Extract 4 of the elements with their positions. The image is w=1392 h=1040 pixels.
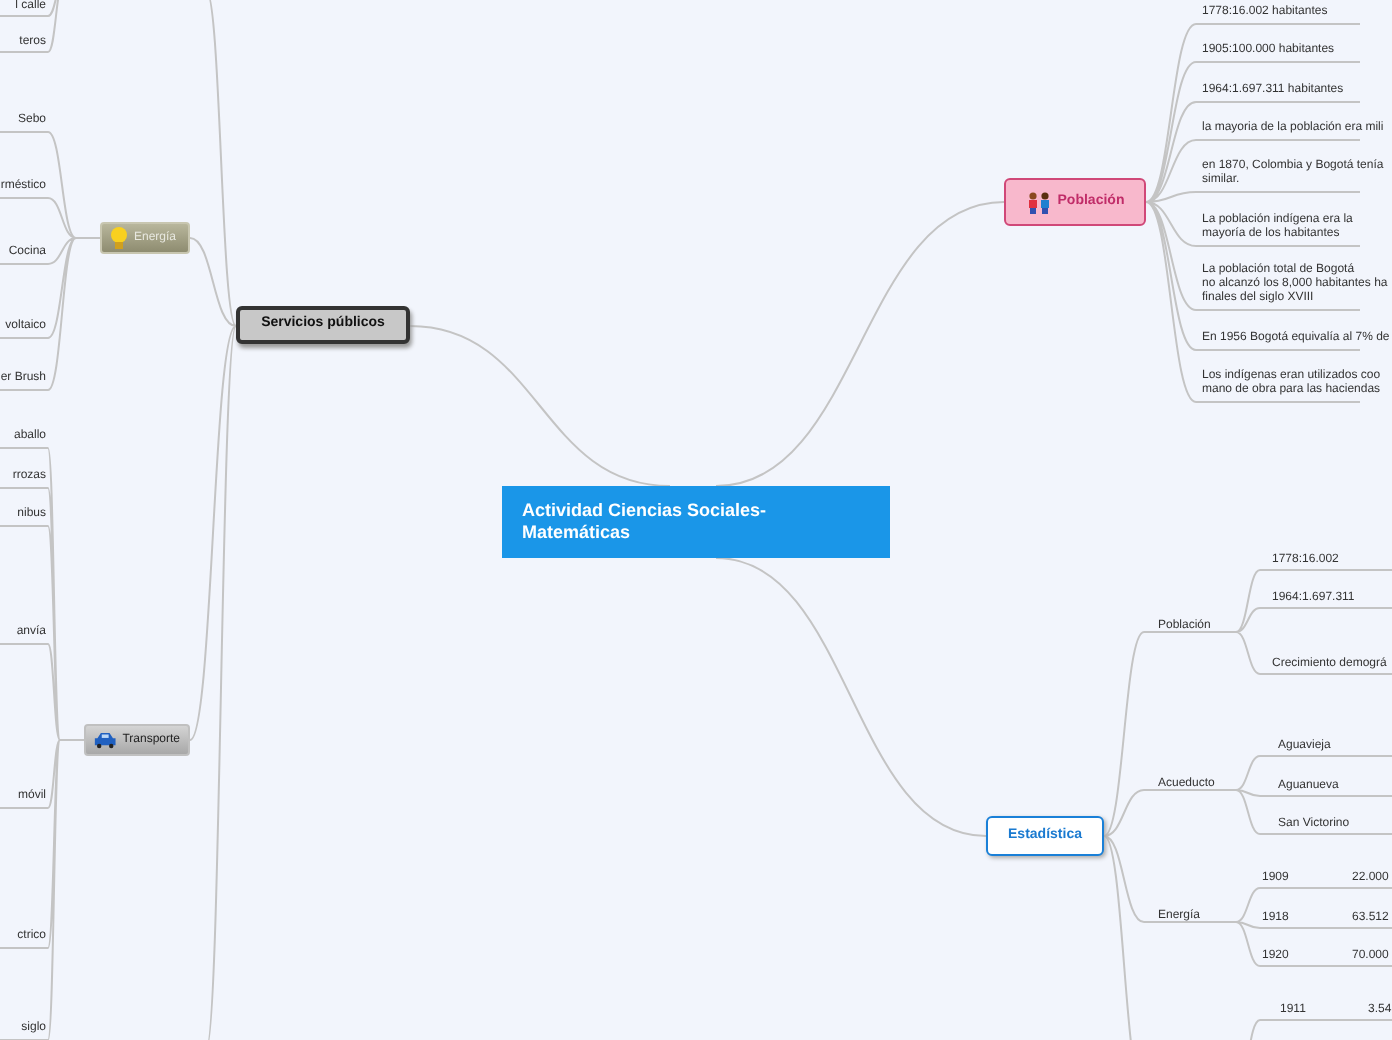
car-icon (94, 730, 117, 750)
central-topic[interactable]: Actividad Ciencias Sociales-Matemáticas (502, 486, 890, 558)
light-bulb-icon (110, 226, 128, 250)
people-icon (1025, 191, 1052, 213)
